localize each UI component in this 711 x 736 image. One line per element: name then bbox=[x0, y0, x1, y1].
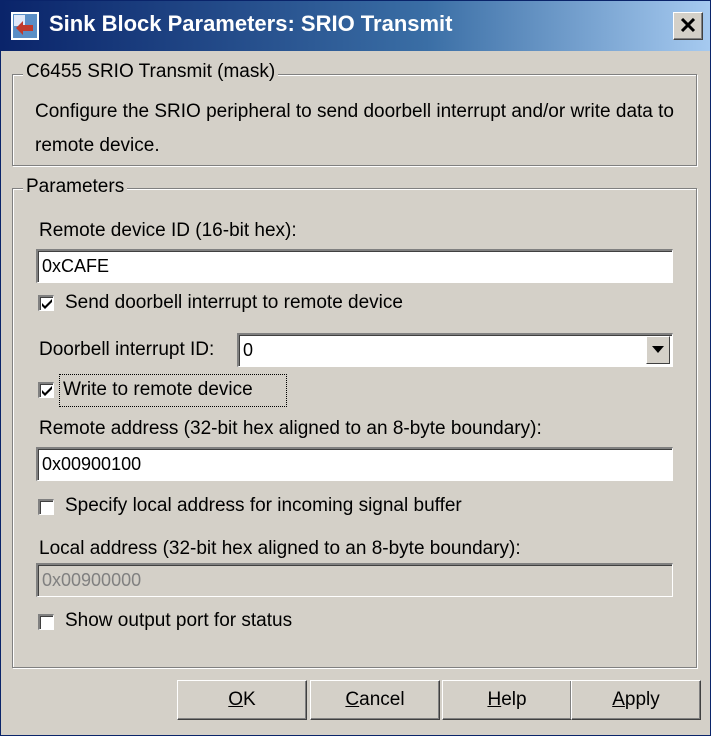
remote-address-label: Remote address (32-bit hex aligned to an… bbox=[39, 418, 542, 439]
dialog-window: Sink Block Parameters: SRIO Transmit C64… bbox=[0, 0, 711, 736]
remote-device-id-input[interactable]: 0xCAFE bbox=[36, 249, 673, 283]
help-label-rest: elp bbox=[501, 689, 527, 710]
show-status-label[interactable]: Show output port for status bbox=[65, 610, 292, 632]
window-title: Sink Block Parameters: SRIO Transmit bbox=[49, 11, 453, 36]
show-status-checkbox[interactable] bbox=[38, 614, 54, 630]
send-doorbell-checkbox[interactable] bbox=[38, 295, 54, 311]
chevron-down-icon bbox=[652, 346, 664, 353]
apply-mnemonic: A bbox=[612, 689, 625, 710]
specify-local-checkbox[interactable] bbox=[38, 499, 54, 515]
checkmark-icon bbox=[42, 386, 52, 396]
doorbell-id-select[interactable]: 0 bbox=[237, 333, 673, 367]
local-address-label: Local address (32-bit hex aligned to an … bbox=[39, 538, 521, 559]
checkmark-icon bbox=[42, 299, 52, 309]
mask-group-legend: C6455 SRIO Transmit (mask) bbox=[23, 61, 279, 83]
parameters-group-legend: Parameters bbox=[23, 176, 128, 198]
simulink-block-icon bbox=[11, 12, 39, 40]
title-bar[interactable]: Sink Block Parameters: SRIO Transmit bbox=[1, 1, 710, 51]
local-address-input: 0x00900000 bbox=[36, 563, 673, 597]
send-doorbell-label[interactable]: Send doorbell interrupt to remote device bbox=[65, 292, 403, 314]
write-remote-label[interactable]: Write to remote device bbox=[63, 379, 253, 401]
ok-mnemonic: O bbox=[228, 689, 244, 710]
apply-button[interactable]: Apply bbox=[571, 680, 701, 720]
cancel-button[interactable]: Cancel bbox=[310, 680, 440, 720]
cancel-mnemonic: C bbox=[345, 689, 360, 710]
apply-label-rest: pply bbox=[624, 689, 660, 710]
remote-address-input[interactable]: 0x00900100 bbox=[36, 447, 673, 481]
mask-description: Configure the SRIO peripheral to send do… bbox=[35, 101, 674, 156]
help-button[interactable]: Help bbox=[442, 680, 572, 720]
close-button[interactable] bbox=[673, 12, 703, 40]
doorbell-id-label: Doorbell interrupt ID: bbox=[39, 339, 215, 360]
write-remote-checkbox[interactable] bbox=[38, 382, 54, 398]
specify-local-label[interactable]: Specify local address for incoming signa… bbox=[65, 495, 462, 517]
doorbell-id-dropdown-button[interactable] bbox=[646, 336, 670, 364]
ok-label-rest: K bbox=[243, 689, 256, 710]
cancel-label-rest: ancel bbox=[359, 689, 405, 710]
ok-button[interactable]: OK bbox=[177, 680, 307, 720]
remote-device-id-label: Remote device ID (16-bit hex): bbox=[39, 220, 297, 241]
help-mnemonic: H bbox=[487, 689, 502, 710]
